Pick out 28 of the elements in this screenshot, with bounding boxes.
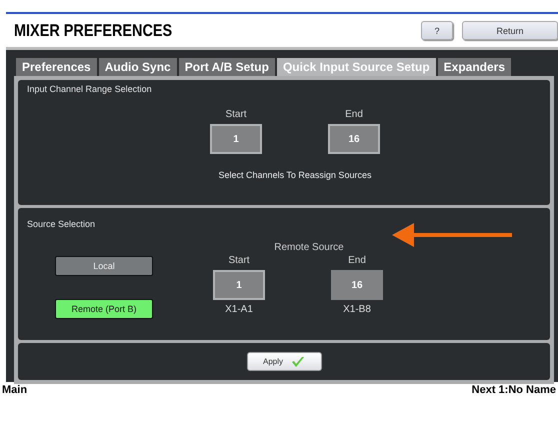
end-channel-button[interactable]: 16	[328, 124, 380, 154]
return-button[interactable]: Return	[462, 21, 558, 40]
end-source-button[interactable]: 16	[331, 270, 383, 300]
tab[interactable]: Port A/B Setup	[178, 58, 275, 76]
apply-button[interactable]: Apply	[246, 352, 322, 371]
section-title: Input Channel Range Selection	[27, 84, 153, 94]
start-label: Start	[228, 255, 250, 266]
socket-label: X1-B8	[343, 304, 371, 315]
start-source-button[interactable]: 1	[213, 270, 265, 300]
start-channel-button[interactable]: 1	[210, 124, 262, 154]
section-title: Source Selection	[27, 219, 96, 229]
status-text: Next 1:No Name	[472, 384, 556, 396]
tab[interactable]: Audio Sync	[98, 58, 177, 76]
start-label: Start	[225, 109, 247, 120]
socket-label: X1-A1	[225, 304, 253, 315]
tab[interactable]: Preferences	[16, 58, 97, 76]
source-option-button[interactable]: Remote (Port B)	[55, 299, 153, 319]
end-label: End	[345, 109, 363, 120]
status-text: Main	[2, 384, 28, 396]
help-button[interactable]: ?	[421, 21, 453, 40]
tab[interactable]: Expanders	[438, 58, 512, 76]
checkmark-icon	[291, 356, 305, 368]
screen-title: MIXER PREFERENCES	[14, 20, 172, 40]
arrow-icon	[392, 222, 514, 248]
hint-text: Select Channels To Reassign Sources	[218, 170, 372, 180]
remote-source-label: Remote Source	[274, 242, 344, 253]
end-label: End	[348, 255, 366, 266]
source-option-button[interactable]: Local	[55, 256, 153, 276]
